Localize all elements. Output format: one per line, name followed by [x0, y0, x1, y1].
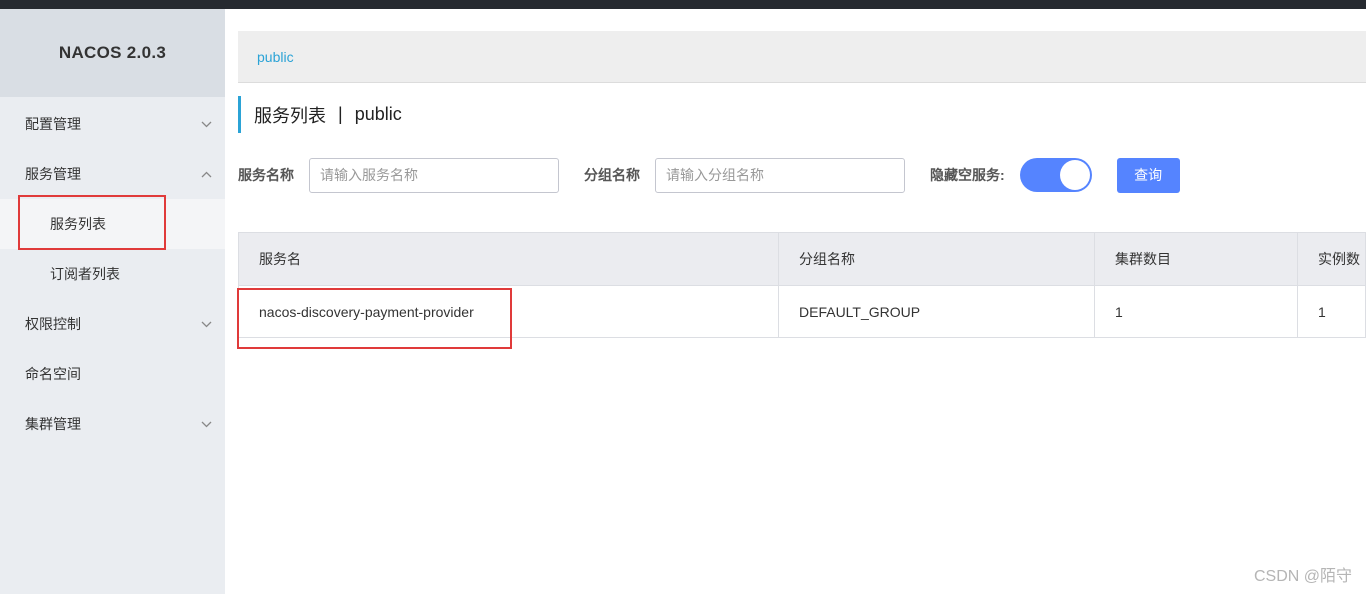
breadcrumb: public: [238, 31, 1366, 83]
toggle-knob: [1059, 160, 1090, 190]
sidebar-subitem-label: 服务列表: [50, 216, 106, 232]
sidebar-menu: 配置管理 服务管理 服务列表 订阅者列表 权限控制 命名空间 集群管理: [0, 97, 225, 449]
sidebar-subitem-service-list[interactable]: 服务列表: [0, 199, 225, 249]
sidebar-item-namespace[interactable]: 命名空间: [0, 349, 225, 399]
sidebar-item-label: 权限控制: [25, 316, 81, 332]
service-name-input[interactable]: [309, 157, 559, 193]
cell-instance-count: 1: [1297, 285, 1366, 338]
column-header-service-name[interactable]: 服务名: [238, 232, 779, 286]
service-name-label: 服务名称: [238, 167, 294, 183]
sidebar-item-cluster[interactable]: 集群管理: [0, 399, 225, 449]
sidebar-item-label: 命名空间: [25, 366, 81, 382]
sidebar-item-permission[interactable]: 权限控制: [0, 299, 225, 349]
chevron-down-icon: [199, 317, 213, 331]
sidebar-item-label: 配置管理: [25, 116, 81, 132]
page-title-namespace: public: [354, 104, 402, 124]
sidebar-subitem-subscriber-list[interactable]: 订阅者列表: [0, 249, 225, 299]
group-name-label: 分组名称: [584, 167, 640, 183]
column-header-cluster-count[interactable]: 集群数目: [1094, 232, 1298, 286]
app-logo[interactable]: NACOS 2.0.3: [0, 9, 225, 97]
group-name-input[interactable]: [655, 157, 905, 193]
page-title-separator: |: [338, 104, 343, 124]
column-header-group-name[interactable]: 分组名称: [778, 232, 1095, 286]
table-header-row: 服务名 分组名称 集群数目 实例数: [238, 232, 1366, 286]
watermark: CSDN @陌守: [1253, 568, 1352, 585]
page-title-text: 服务列表: [254, 105, 326, 126]
page-title: 服务列表 | public: [238, 96, 402, 133]
chevron-down-icon: [199, 117, 213, 131]
hide-empty-label: 隐藏空服务:: [930, 167, 1005, 183]
filter-bar: 服务名称 分组名称 隐藏空服务: 查询: [238, 157, 1180, 193]
hide-empty-toggle[interactable]: [1019, 158, 1092, 192]
sidebar-subitem-label: 订阅者列表: [50, 266, 120, 282]
sidebar-item-config[interactable]: 配置管理: [0, 99, 225, 149]
cell-group-name: DEFAULT_GROUP: [778, 285, 1095, 338]
cell-cluster-count: 1: [1094, 285, 1298, 338]
sidebar-item-label: 集群管理: [25, 416, 81, 432]
table-row[interactable]: nacos-discovery-payment-provider DEFAULT…: [238, 285, 1366, 338]
cell-service-name: nacos-discovery-payment-provider: [238, 285, 779, 338]
chevron-down-icon: [199, 417, 213, 431]
main-content: public 服务列表 | public 服务名称 分组名称 隐藏空服务: 查询…: [238, 31, 1366, 594]
query-button[interactable]: 查询: [1116, 157, 1180, 193]
sidebar-item-label: 服务管理: [25, 166, 81, 182]
namespace-link[interactable]: public: [257, 49, 294, 65]
sidebar-item-service[interactable]: 服务管理: [0, 149, 225, 199]
chevron-up-icon: [199, 167, 213, 181]
sidebar: NACOS 2.0.3 配置管理 服务管理 服务列表 订阅者列表 权限控制 命名…: [0, 9, 225, 594]
service-table: 服务名 分组名称 集群数目 实例数 nacos-discovery-paymen…: [238, 232, 1366, 338]
top-bar: [0, 0, 1366, 9]
column-header-instance-count[interactable]: 实例数: [1297, 232, 1366, 286]
